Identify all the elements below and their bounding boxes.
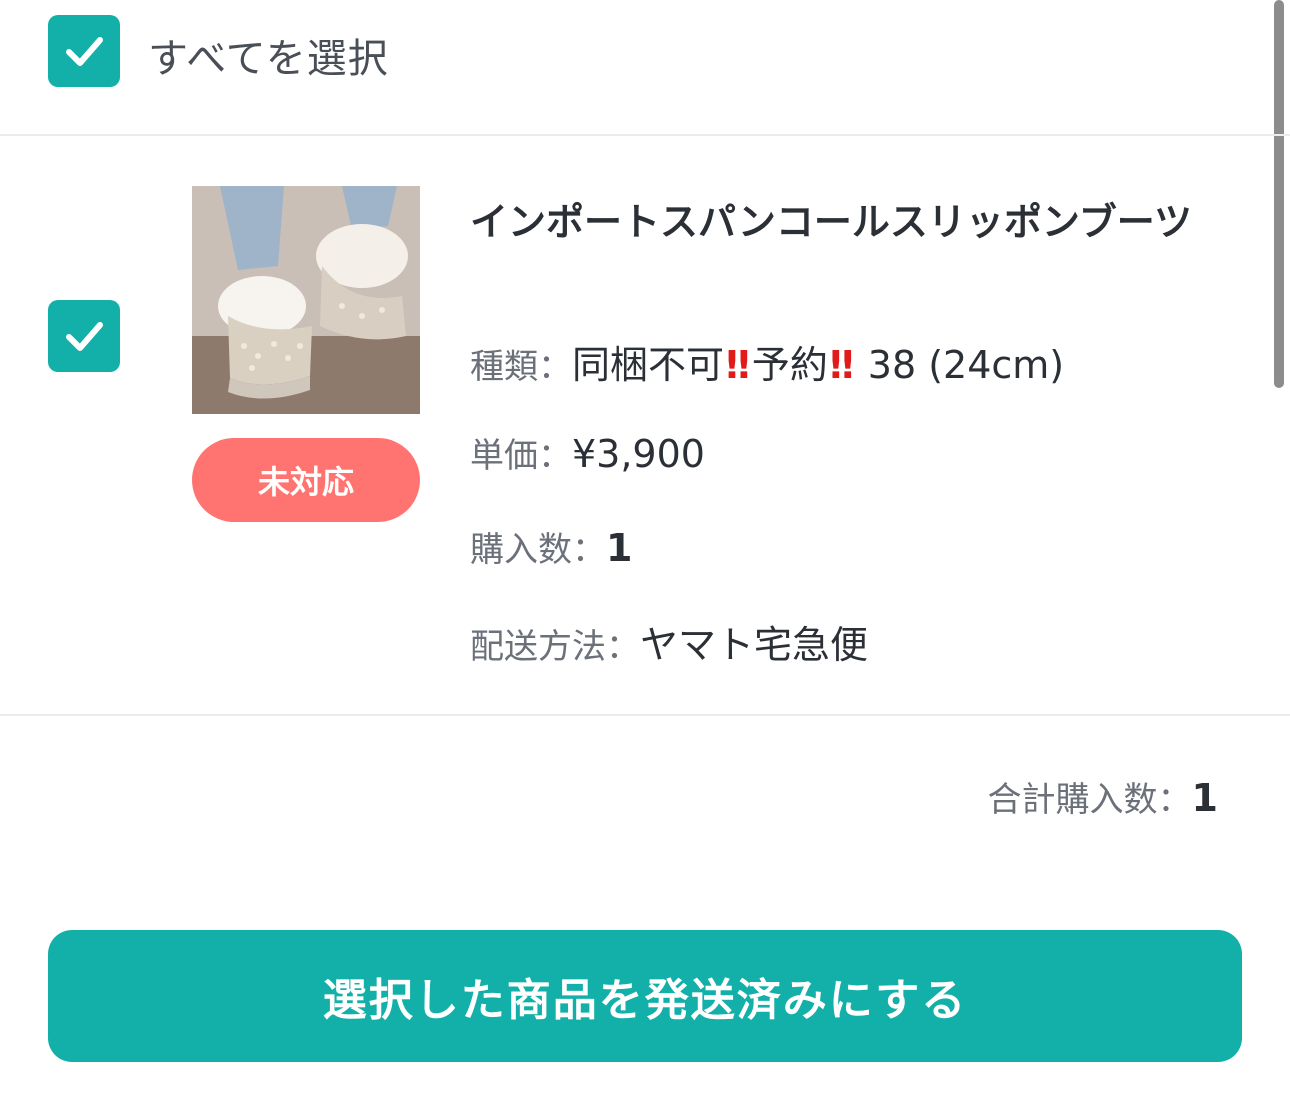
select-all-checkbox[interactable] <box>48 15 120 87</box>
select-all-row[interactable]: すべてを選択 <box>0 0 1270 136</box>
divider <box>0 134 1290 136</box>
shipping-value: ヤマト宅急便 <box>640 623 869 667</box>
double-exclamation-icon: ‼ <box>829 343 854 387</box>
product-photo <box>192 186 420 414</box>
price-label: 単価： <box>470 436 572 476</box>
variant-value-part2: 予約 <box>751 343 828 387</box>
quantity-row: 購入数： 1 <box>470 522 632 571</box>
select-all-label: すべてを選択 <box>148 36 389 82</box>
variant-label: 種類： <box>470 347 572 387</box>
quantity-value: 1 <box>606 526 633 570</box>
total-quantity-value: 1 <box>1191 776 1218 820</box>
total-quantity-row: 合計購入数： 1 <box>988 772 1218 821</box>
product-image[interactable] <box>192 186 420 414</box>
divider <box>0 714 1290 716</box>
order-shipping-page: すべてを選択 未対応 インポートスパンコールスリッポンブーツ 種類： 同梱不可 … <box>0 0 1290 1104</box>
order-item: 未対応 インポートスパンコールスリッポンブーツ 種類： 同梱不可 ‼ 予約 ‼ … <box>0 138 1270 714</box>
status-badge: 未対応 <box>192 438 420 522</box>
product-title[interactable]: インポートスパンコールスリッポンブーツ <box>470 198 1230 246</box>
checkmark-icon <box>66 37 103 66</box>
checkmark-icon <box>66 322 103 351</box>
variant-value-part3: 38 (24cm) <box>855 343 1065 387</box>
quantity-label: 購入数： <box>470 530 606 570</box>
item-checkbox[interactable] <box>48 300 120 372</box>
double-exclamation-icon: ‼ <box>726 343 750 387</box>
shipping-label: 配送方法： <box>470 627 640 667</box>
price-value: ¥3,900 <box>572 432 705 476</box>
variant-value-part1: 同梱不可 <box>572 343 725 387</box>
mark-shipped-button[interactable]: 選択した商品を発送済みにする <box>48 930 1242 1062</box>
price-row: 単価： ¥3,900 <box>470 428 705 477</box>
shipping-row: 配送方法： ヤマト宅急便 <box>470 614 868 669</box>
total-quantity-label: 合計購入数： <box>987 780 1192 820</box>
scrollbar[interactable] <box>1270 0 1290 400</box>
variant-row: 種類： 同梱不可 ‼ 予約 ‼ 38 (24cm) <box>470 334 1064 389</box>
scrollbar-thumb[interactable] <box>1274 0 1284 388</box>
